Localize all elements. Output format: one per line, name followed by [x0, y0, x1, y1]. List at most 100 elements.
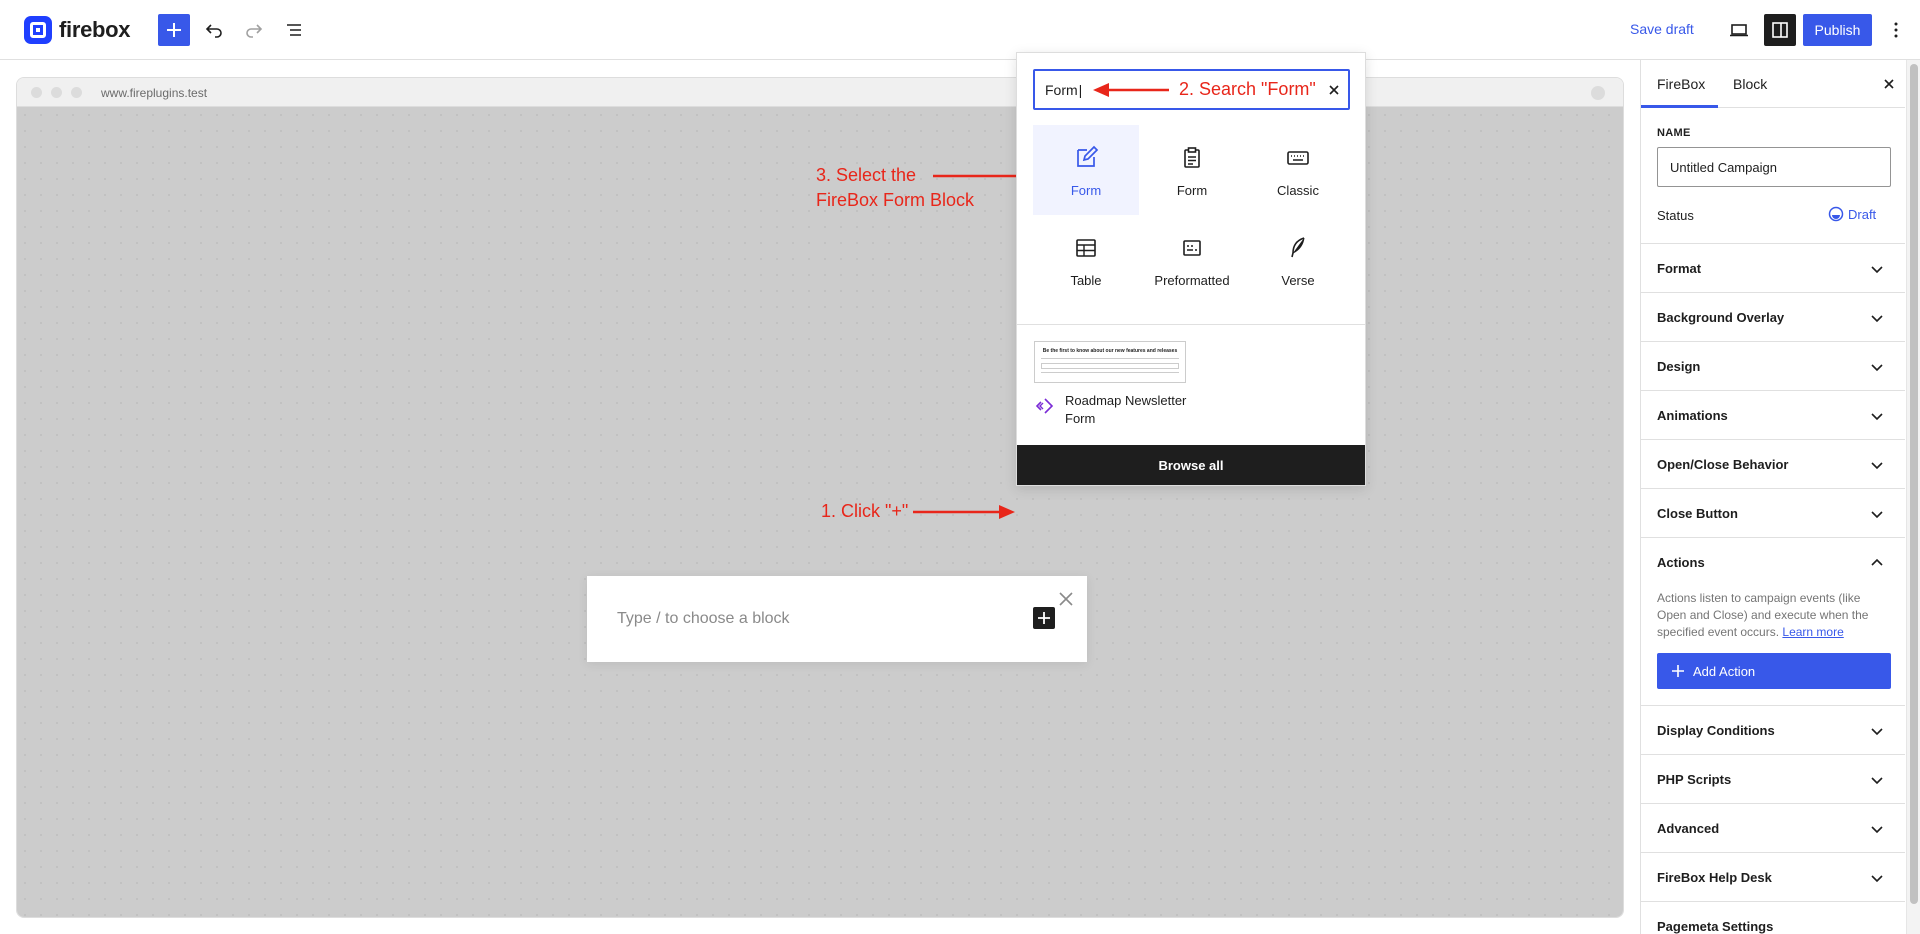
panel-php-scripts[interactable]: PHP Scripts: [1641, 755, 1905, 804]
window-dot: [1591, 86, 1605, 100]
panel-title: Format: [1657, 261, 1702, 276]
preformatted-icon: [1183, 240, 1201, 256]
chevron-down-icon: [1871, 511, 1883, 519]
panel-open-close-behavior[interactable]: Open/Close Behavior: [1641, 440, 1905, 489]
block-placeholder[interactable]: Type / to choose a block: [617, 610, 790, 628]
table-icon: [1076, 239, 1096, 257]
window-dot: [71, 87, 82, 98]
divider: [1017, 324, 1365, 325]
window-dot: [51, 87, 62, 98]
panel-display-conditions[interactable]: Display Conditions: [1641, 706, 1905, 755]
panel-title: Design: [1657, 359, 1701, 374]
panel-title: Open/Close Behavior: [1657, 457, 1789, 472]
campaign-popup[interactable]: Type / to choose a block: [587, 576, 1087, 662]
feather-icon: [1291, 237, 1305, 258]
panel-title: Advanced: [1657, 821, 1720, 836]
editor-canvas[interactable]: Type / to choose a block 1. Click "+" 3.…: [17, 107, 1623, 917]
firebox-logo[interactable]: firebox: [24, 16, 131, 44]
inline-add-block-button[interactable]: [1033, 607, 1055, 629]
logo-text: firebox: [59, 17, 131, 42]
block-item-label: Preformatted: [1154, 273, 1230, 288]
settings-panel-toggle[interactable]: [1764, 14, 1796, 46]
status-dropdown[interactable]: Draft: [1828, 206, 1876, 222]
tab-block[interactable]: Block: [1733, 76, 1767, 92]
save-draft-button[interactable]: Save draft: [1630, 21, 1694, 37]
campaign-name-input[interactable]: Untitled Campaign: [1657, 147, 1891, 187]
block-item-classic[interactable]: Classic: [1245, 125, 1351, 215]
clear-search-button[interactable]: [1325, 81, 1343, 99]
document-overview-button[interactable]: [278, 14, 310, 46]
panel-format[interactable]: Format: [1641, 244, 1905, 293]
block-item-label: Verse: [1281, 273, 1315, 288]
block-item-verse[interactable]: Verse: [1245, 215, 1351, 305]
panel-background-overlay[interactable]: Background Overlay: [1641, 293, 1905, 342]
undo-icon: [205, 24, 222, 38]
browser-bar: www.fireplugins.test: [17, 78, 1623, 107]
close-icon: [1329, 85, 1339, 95]
panel-title: Close Button: [1657, 506, 1738, 521]
firebox-logo-icon: [24, 16, 52, 44]
panel-title: Display Conditions: [1657, 723, 1775, 738]
keyboard-icon: [1287, 151, 1309, 165]
plus-icon: [167, 23, 181, 37]
close-sidebar-button[interactable]: [1879, 74, 1899, 94]
annotation-step-3-line1: 3. Select the: [816, 165, 917, 185]
block-search-input[interactable]: Form 2. Search "Form": [1033, 69, 1350, 110]
undo-button[interactable]: [198, 14, 230, 46]
block-item-label: Table: [1070, 273, 1102, 288]
block-inserter-popover: Form 2. Search "Form" Form Form Classic …: [1016, 52, 1366, 486]
chevron-down-icon: [1871, 266, 1883, 274]
learn-more-link[interactable]: Learn more: [1782, 625, 1843, 639]
draft-status-icon: [1828, 206, 1844, 222]
status-label: Status: [1657, 208, 1694, 223]
status-value: Draft: [1848, 206, 1877, 222]
block-item-table[interactable]: Table: [1033, 215, 1139, 305]
close-icon: [1059, 592, 1073, 606]
annotation-step-3-line2: FireBox Form Block: [816, 190, 975, 210]
browse-all-button[interactable]: Browse all: [1017, 445, 1365, 485]
browser-url: www.fireplugins.test: [101, 86, 208, 100]
list-view-icon: [287, 24, 301, 36]
editor-canvas-frame: www.fireplugins.test Type / to choose a …: [16, 77, 1624, 918]
tab-firebox[interactable]: FireBox: [1657, 76, 1705, 92]
pattern-preview[interactable]: Be the first to know about our new featu…: [1034, 341, 1186, 383]
add-action-button[interactable]: Add Action: [1657, 653, 1891, 689]
block-item-preformatted[interactable]: Preformatted: [1139, 215, 1245, 305]
add-action-label: Add Action: [1693, 663, 1756, 679]
clipboard-icon: [1184, 147, 1200, 168]
panel-design[interactable]: Design: [1641, 342, 1905, 391]
chevron-up-icon[interactable]: [1869, 555, 1885, 571]
block-item-label: Form: [1070, 183, 1102, 198]
preview-button[interactable]: [1723, 14, 1755, 46]
sidebar-scrollbar[interactable]: [1906, 60, 1920, 934]
panel-title[interactable]: Actions: [1657, 555, 1705, 570]
campaign-summary: NAME Untitled Campaign Status Draft: [1641, 108, 1905, 244]
scrollbar-thumb[interactable]: [1910, 64, 1918, 904]
panel-close-button[interactable]: Close Button: [1641, 489, 1905, 538]
more-vertical-icon: [1894, 22, 1898, 38]
chevron-down-icon: [1871, 777, 1883, 785]
redo-button[interactable]: [238, 14, 270, 46]
block-item-firebox-form[interactable]: Form: [1033, 125, 1139, 215]
popup-close-button[interactable]: [1057, 590, 1075, 608]
panel-title: Animations: [1657, 408, 1728, 423]
block-item-label: Form: [1176, 183, 1208, 198]
actions-description: Actions listen to campaign events (like …: [1657, 590, 1892, 641]
panel-firebox-help-desk[interactable]: FireBox Help Desk: [1641, 853, 1905, 902]
block-item-form[interactable]: Form: [1139, 125, 1245, 215]
annotation-arrow-2: [1093, 83, 1169, 97]
panel-pagemeta-settings[interactable]: Pagemeta Settings: [1641, 902, 1905, 934]
chevron-down-icon: [1871, 462, 1883, 470]
options-menu-button[interactable]: [1880, 14, 1912, 46]
chevron-down-icon: [1871, 315, 1883, 323]
panel-animations[interactable]: Animations: [1641, 391, 1905, 440]
pattern-name[interactable]: Roadmap Newsletter Form: [1065, 392, 1195, 428]
chevron-down-icon: [1871, 728, 1883, 736]
settings-sidebar: FireBox Block NAME Untitled Campaign Sta…: [1640, 60, 1905, 934]
sidebar-tabs: FireBox Block: [1641, 60, 1905, 108]
plus-icon: [1038, 612, 1050, 624]
add-block-button[interactable]: [158, 14, 190, 46]
annotation-arrow-1: [913, 505, 1015, 519]
panel-advanced[interactable]: Advanced: [1641, 804, 1905, 853]
publish-button[interactable]: Publish: [1803, 14, 1872, 46]
